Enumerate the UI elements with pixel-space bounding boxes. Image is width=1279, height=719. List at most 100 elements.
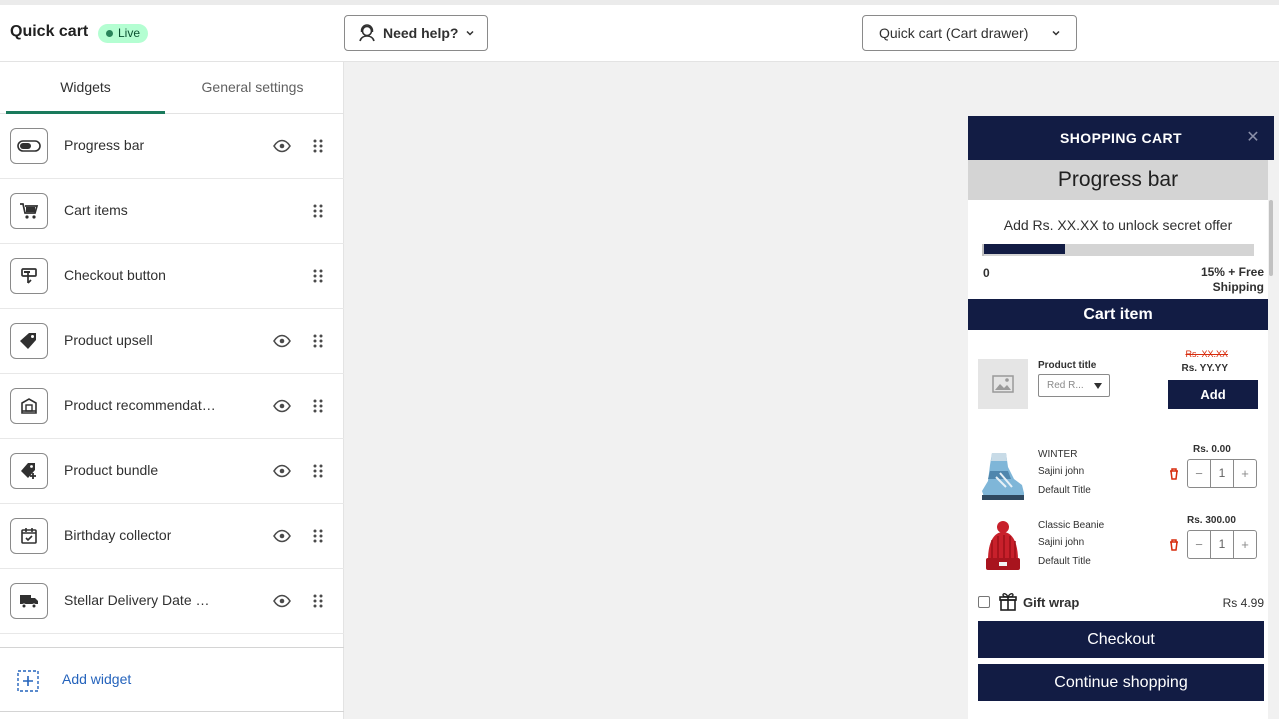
chevron-down-icon [1052, 30, 1060, 36]
upsell-variant-select[interactable]: Red R... [1038, 374, 1110, 397]
cart-line-item: Classic Beanie Sajini john Default Title… [968, 515, 1268, 580]
upsell-add-button[interactable]: Add [1168, 380, 1258, 409]
continue-shopping-button[interactable]: Continue shopping [978, 664, 1264, 701]
sidebar-tabs: Widgets General settings [0, 62, 343, 114]
progress-track [982, 244, 1254, 256]
widget-row-cart-items[interactable]: Cart items [0, 179, 344, 244]
eye-icon[interactable] [272, 398, 292, 414]
drag-handle-icon[interactable] [312, 333, 324, 349]
upsell-image-placeholder [978, 359, 1028, 409]
widget-row-product-bundle[interactable]: Product bundle [0, 439, 344, 504]
gift-wrap-option: Gift wrap Rs 4.99 [978, 592, 1268, 612]
widget-row-checkout-button[interactable]: Checkout button [0, 244, 344, 309]
drag-handle-icon[interactable] [312, 463, 324, 479]
trash-icon[interactable] [1169, 468, 1179, 480]
item-name: WINTER [1038, 449, 1078, 460]
eye-icon[interactable] [272, 463, 292, 479]
widget-label: Product bundle [64, 462, 159, 478]
sidebar: Widgets General settings Progress bar Ca… [0, 62, 344, 719]
widget-row-stellar-delivery-date[interactable]: Stellar Delivery Date & … [0, 569, 344, 634]
eye-icon[interactable] [272, 333, 292, 349]
close-icon[interactable]: ✕ [1246, 116, 1260, 160]
need-help-label: Need help? [383, 25, 459, 41]
truck-icon [10, 583, 48, 619]
cart-line-item: WINTER Sajini john Default Title Rs. 0.0… [968, 444, 1268, 509]
beanie-image [986, 521, 1020, 570]
item-variant: Default Title [1038, 485, 1091, 496]
eye-icon[interactable] [272, 528, 292, 544]
quantity-value[interactable]: 1 [1210, 460, 1234, 487]
tab-widgets[interactable]: Widgets [6, 62, 165, 114]
add-widget-button[interactable]: Add widget [0, 647, 344, 712]
caret-down-icon [1094, 383, 1102, 389]
status-dot-icon [106, 30, 113, 37]
progress-fill [984, 244, 1065, 254]
eye-icon[interactable] [272, 138, 292, 154]
drag-handle-icon[interactable] [312, 268, 324, 284]
increase-button[interactable]: + [1234, 460, 1256, 487]
drag-handle-icon[interactable] [312, 138, 324, 154]
widget-row-product-upsell[interactable]: Product upsell [0, 309, 344, 374]
drag-handle-icon[interactable] [312, 398, 324, 414]
status-badge: Live [98, 24, 149, 43]
store-icon [10, 388, 48, 424]
widget-row-product-recommendations[interactable]: Product recommendat… [0, 374, 344, 439]
cart-header: SHOPPING CART ✕ [968, 116, 1274, 160]
gift-wrap-price: Rs 4.99 [1222, 596, 1264, 610]
tab-general-settings[interactable]: General settings [165, 62, 340, 114]
item-variant: Default Title [1038, 556, 1091, 567]
item-vendor: Sajini john [1038, 537, 1085, 548]
progress-section-title: Progress bar [968, 160, 1268, 200]
item-name: Classic Beanie [1038, 520, 1105, 531]
drag-handle-icon[interactable] [312, 593, 324, 609]
add-widget-label: Add widget [62, 671, 132, 687]
calendar-check-icon [10, 518, 48, 554]
template-select-value: Quick cart (Cart drawer) [879, 25, 1029, 41]
widget-label: Progress bar [64, 137, 145, 153]
quantity-stepper: − 1 + [1187, 459, 1257, 488]
trash-icon[interactable] [1169, 539, 1179, 551]
widget-label: Product upsell [64, 332, 153, 348]
progress-end-label: 15% + Free Shipping [1200, 265, 1264, 294]
upsell-price: Rs. YY.YY [1181, 363, 1228, 374]
cart-item-title: Cart item [968, 299, 1268, 330]
upsell-product-title: Product title [1038, 360, 1097, 371]
top-bar: Quick cart Live Need help? Quick cart (C… [0, 5, 1279, 62]
item-price: Rs. 0.00 [1193, 444, 1231, 455]
checkout-button[interactable]: Checkout [978, 621, 1264, 658]
gift-icon [999, 593, 1017, 611]
quantity-value[interactable]: 1 [1210, 531, 1234, 558]
template-select[interactable]: Quick cart (Cart drawer) [862, 15, 1077, 51]
gift-wrap-checkbox[interactable] [978, 596, 990, 608]
widget-row-birthday-collector[interactable]: Birthday collector [0, 504, 344, 569]
widget-label: Checkout button [64, 267, 166, 283]
chevron-down-icon [466, 30, 474, 36]
drag-handle-icon[interactable] [312, 528, 324, 544]
item-vendor: Sajini john [1038, 466, 1085, 477]
add-square-icon [17, 670, 39, 692]
status-badge-label: Live [118, 26, 141, 40]
app-title: Quick cart [10, 23, 89, 40]
tag-plus-icon [10, 453, 48, 489]
widget-list: Progress bar Cart items Checkout button … [0, 114, 344, 634]
drag-handle-icon[interactable] [312, 203, 324, 219]
toggle-icon [10, 128, 48, 164]
decrease-button[interactable]: − [1188, 460, 1210, 487]
widget-row-progress-bar[interactable]: Progress bar [0, 114, 344, 179]
cart-title: SHOPPING CART [1060, 130, 1182, 146]
cart-icon [10, 193, 48, 229]
widget-label: Product recommendat… [64, 397, 216, 413]
decrease-button[interactable]: − [1188, 531, 1210, 558]
widget-label: Cart items [64, 202, 128, 218]
checkout-icon [10, 258, 48, 294]
progress-message: Add Rs. XX.XX to unlock secret offer [1003, 217, 1233, 233]
need-help-button[interactable]: Need help? [344, 15, 488, 51]
scrollbar-thumb[interactable] [1269, 200, 1273, 276]
widget-label: Birthday collector [64, 527, 172, 543]
quantity-stepper: − 1 + [1187, 530, 1257, 559]
cart-scrollbar[interactable] [1268, 160, 1274, 719]
tag-icon [10, 323, 48, 359]
gift-wrap-label: Gift wrap [1023, 595, 1080, 610]
increase-button[interactable]: + [1234, 531, 1256, 558]
eye-icon[interactable] [272, 593, 292, 609]
